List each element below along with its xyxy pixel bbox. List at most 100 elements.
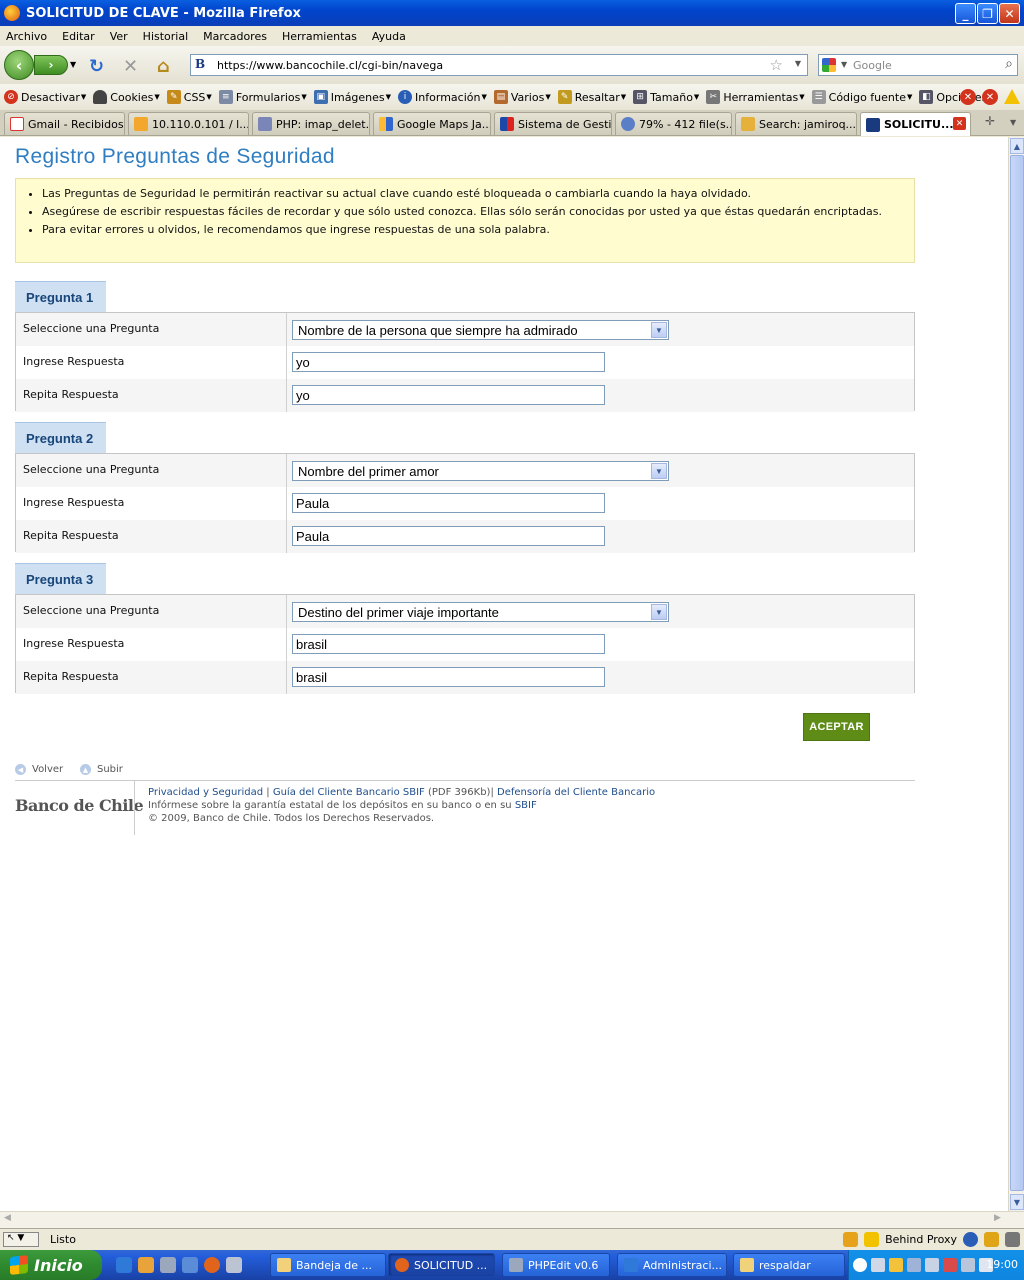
- firefox-quicklaunch-icon[interactable]: [204, 1257, 220, 1273]
- scroll-down-icon[interactable]: ▼: [1010, 1194, 1024, 1210]
- privacy-link[interactable]: Privacidad y Seguridad: [148, 787, 263, 798]
- tray-icon[interactable]: [961, 1258, 975, 1272]
- menu-ver[interactable]: Ver: [110, 30, 128, 43]
- repeat-input-2[interactable]: Paula: [292, 526, 605, 546]
- scroll-thumb[interactable]: [1010, 155, 1024, 1191]
- restore-button[interactable]: ❐: [977, 3, 998, 24]
- start-button[interactable]: Inicio: [0, 1250, 102, 1280]
- info-status-icon[interactable]: [963, 1232, 978, 1247]
- element-selector[interactable]: ↖ ▼: [3, 1232, 39, 1247]
- dev-codigo-fuente[interactable]: ☰ Código fuente ▼: [811, 90, 912, 104]
- tab-sistema[interactable]: Sistema de Gesti...: [494, 112, 612, 135]
- url-dropdown-icon[interactable]: ▼: [795, 59, 801, 68]
- tray-expand-icon[interactable]: [853, 1258, 867, 1272]
- tab-gmail[interactable]: Gmail - Recibidos...: [4, 112, 125, 135]
- answer-input-3[interactable]: brasil: [292, 634, 605, 654]
- task-phpedit[interactable]: PHPEdit v0.6: [502, 1253, 610, 1277]
- tray-icon[interactable]: [907, 1258, 921, 1272]
- dev-cookies[interactable]: Cookies ▼: [93, 90, 160, 104]
- task-administracion[interactable]: Administraci...: [617, 1253, 727, 1277]
- bookmark-star-icon[interactable]: ☆: [770, 56, 783, 74]
- quicklaunch-icon[interactable]: [138, 1257, 154, 1273]
- scroll-left-icon[interactable]: ◀: [4, 1213, 11, 1223]
- repeat-input-1[interactable]: yo: [292, 385, 605, 405]
- answer-input-2[interactable]: Paula: [292, 493, 605, 513]
- search-icon[interactable]: ⌕: [1005, 56, 1013, 72]
- dev-desactivar[interactable]: ⊘ Desactivar ▼: [4, 90, 86, 104]
- menu-archivo[interactable]: Archivo: [6, 30, 47, 43]
- dev-css[interactable]: ✎ CSS ▼: [166, 90, 212, 104]
- dev-tamano[interactable]: ⊞ Tamaño ▼: [633, 90, 699, 104]
- dev-imagenes[interactable]: ▣ Imágenes ▼: [313, 90, 391, 104]
- minimize-button[interactable]: _: [955, 3, 976, 24]
- menu-marcadores[interactable]: Marcadores: [203, 30, 267, 43]
- dev-herramientas[interactable]: ✂ Herramientas ▼: [706, 90, 805, 104]
- menu-ayuda[interactable]: Ayuda: [372, 30, 406, 43]
- menu-historial[interactable]: Historial: [143, 30, 188, 43]
- addon-icon[interactable]: [984, 1232, 999, 1247]
- url-bar[interactable]: B https://www.bancochile.cl/cgi-bin/nave…: [190, 54, 808, 76]
- new-tab-icon[interactable]: ✛: [985, 114, 995, 128]
- aceptar-button[interactable]: ACEPTAR: [803, 713, 870, 741]
- quicklaunch-icon[interactable]: [226, 1257, 242, 1273]
- ie-quicklaunch-icon[interactable]: [116, 1257, 132, 1273]
- tray-icon[interactable]: [925, 1258, 939, 1272]
- forward-button[interactable]: ›: [34, 55, 68, 75]
- horizontal-scrollbar[interactable]: ◀ ▶: [0, 1211, 1024, 1228]
- tray-icon[interactable]: [943, 1258, 957, 1272]
- question-select-1[interactable]: Nombre de la persona que siempre ha admi…: [292, 320, 669, 340]
- proxy-status[interactable]: Behind Proxy: [885, 1233, 957, 1246]
- chevron-down-icon[interactable]: ▼: [651, 322, 667, 338]
- tab-google-maps[interactable]: Google Maps Ja...: [373, 112, 491, 135]
- close-tab-icon[interactable]: ✕: [953, 117, 966, 130]
- repeat-input-3[interactable]: brasil: [292, 667, 605, 687]
- addon-icon-2[interactable]: [1005, 1232, 1020, 1247]
- google-engine-icon[interactable]: [822, 58, 836, 72]
- search-box[interactable]: ▼ Google ⌕: [818, 54, 1018, 76]
- warning-icon[interactable]: [1004, 89, 1020, 104]
- scroll-up-icon[interactable]: ▲: [1010, 138, 1024, 154]
- tab-list-icon[interactable]: ▼: [1010, 118, 1016, 127]
- defense-link[interactable]: Defensoría del Cliente Bancario: [497, 787, 655, 798]
- error-icon[interactable]: ✕: [960, 89, 976, 105]
- tab-solicitud[interactable]: SOLICITU... ✕: [860, 112, 971, 136]
- quicklaunch-icon[interactable]: [160, 1257, 176, 1273]
- vertical-scrollbar[interactable]: ▲ ▼: [1008, 137, 1024, 1211]
- chevron-down-icon[interactable]: ▼: [651, 463, 667, 479]
- lock-icon[interactable]: [843, 1232, 859, 1247]
- menu-herramientas[interactable]: Herramientas: [282, 30, 357, 43]
- top-link[interactable]: ▲ Subir: [80, 764, 123, 775]
- dev-resaltar[interactable]: ✎ Resaltar ▼: [557, 90, 626, 104]
- answer-input-1[interactable]: yo: [292, 352, 605, 372]
- tab-upload[interactable]: 79% - 412 file(s...: [615, 112, 732, 135]
- stop-icon[interactable]: ✕: [123, 56, 138, 77]
- engine-dropdown-icon[interactable]: ▼: [841, 60, 847, 69]
- back-link[interactable]: ◀ Volver: [15, 764, 63, 775]
- sbif-link[interactable]: SBIF: [515, 800, 537, 811]
- task-respaldar[interactable]: respaldar: [733, 1253, 845, 1277]
- dev-informacion[interactable]: i Información ▼: [398, 90, 487, 104]
- tab-phpmyadmin[interactable]: 10.110.0.101 / l...: [128, 112, 249, 135]
- chevron-down-icon[interactable]: ▼: [651, 604, 667, 620]
- tray-icon[interactable]: [889, 1258, 903, 1272]
- tray-icon[interactable]: [871, 1258, 885, 1272]
- question-select-2[interactable]: Nombre del primer amor ▼: [292, 461, 669, 481]
- reload-icon[interactable]: ↻: [89, 56, 104, 77]
- home-icon[interactable]: ⌂: [157, 56, 170, 77]
- history-dropdown-icon[interactable]: ▼: [70, 60, 76, 69]
- error-icon-2[interactable]: ✕: [982, 89, 998, 105]
- tab-php[interactable]: PHP: imap_delet...: [252, 112, 370, 135]
- back-button[interactable]: ‹: [4, 50, 34, 80]
- menu-editar[interactable]: Editar: [62, 30, 95, 43]
- warning-status-icon[interactable]: [864, 1232, 880, 1247]
- guide-link[interactable]: Guía del Cliente Bancario SBIF: [273, 787, 425, 798]
- scroll-right-icon[interactable]: ▶: [994, 1213, 1001, 1223]
- question-select-3[interactable]: Destino del primer viaje importante ▼: [292, 602, 669, 622]
- dev-formularios[interactable]: ≡ Formularios ▼: [218, 90, 307, 104]
- quicklaunch-icon[interactable]: [182, 1257, 198, 1273]
- task-solicitud[interactable]: SOLICITUD ...: [388, 1253, 495, 1277]
- tab-search[interactable]: Search: jamiroq...: [735, 112, 857, 135]
- close-window-button[interactable]: ✕: [999, 3, 1020, 24]
- task-bandeja[interactable]: Bandeja de ...: [270, 1253, 386, 1277]
- dev-varios[interactable]: ▤ Varios ▼: [493, 90, 551, 104]
